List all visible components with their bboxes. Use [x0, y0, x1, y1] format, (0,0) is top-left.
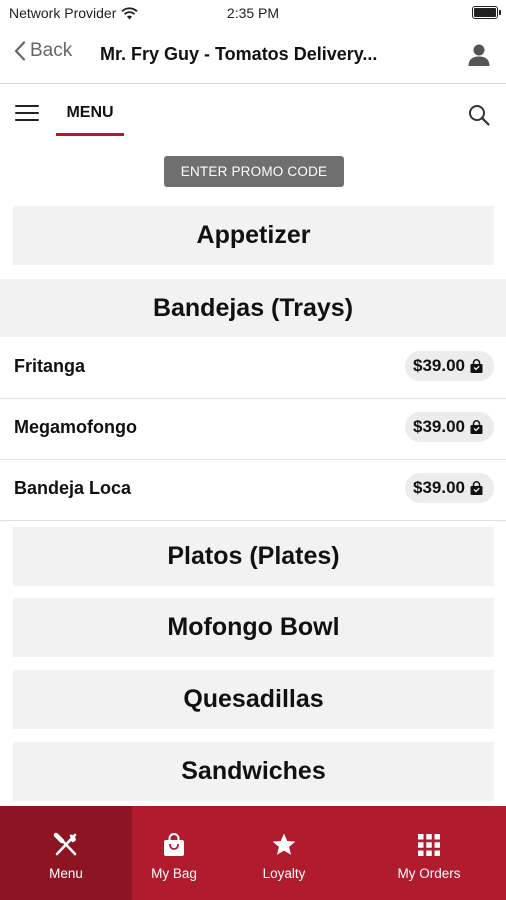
active-tab-indicator [56, 133, 124, 136]
hamburger-menu-icon[interactable] [15, 105, 39, 123]
item-name: Bandeja Loca [14, 478, 132, 498]
item-price: $39.00 [413, 478, 465, 497]
menu-bar: MENU [0, 86, 506, 142]
tab-my-bag[interactable]: My Bag [132, 806, 216, 900]
tab-label: My Bag [151, 866, 197, 881]
page-title: Mr. Fry Guy - Tomatos Delivery... [100, 44, 378, 64]
price-badge[interactable]: $39.00 [405, 473, 494, 503]
shopping-bag-icon [164, 833, 184, 856]
price-badge[interactable]: $39.00 [405, 351, 494, 381]
category-quesadillas[interactable]: Quesadillas [13, 670, 494, 729]
category-appetizer[interactable]: Appetizer [13, 206, 494, 265]
tab-my-orders[interactable]: My Orders [352, 806, 506, 900]
navigation-bar: Back Mr. Fry Guy - Tomatos Delivery... [0, 28, 506, 84]
enter-promo-code-button[interactable]: ENTER PROMO CODE [164, 156, 344, 187]
tab-label: Loyalty [262, 866, 306, 881]
item-name: Megamofongo [14, 417, 137, 437]
item-price: $39.00 [413, 417, 465, 436]
star-icon [272, 833, 296, 855]
search-icon[interactable] [467, 103, 491, 127]
grid-icon [418, 834, 440, 856]
tab-label: Menu [49, 866, 83, 881]
bag-icon [470, 358, 483, 373]
category-mofongo-bowl[interactable]: Mofongo Bowl [13, 598, 494, 657]
menu-item-fritanga[interactable]: Fritanga $39.00 [0, 338, 506, 399]
bottom-tab-bar: Menu My Bag Loyalty My Orders [0, 806, 506, 900]
category-sandwiches[interactable]: Sandwiches [13, 742, 494, 801]
tab-loyalty[interactable]: Loyalty [216, 806, 352, 900]
back-button[interactable]: Back [14, 40, 72, 62]
status-bar: Network Provider 2:35 PM [0, 0, 506, 26]
category-platos[interactable]: Platos (Plates) [13, 527, 494, 586]
category-bandejas-header[interactable]: Bandejas (Trays) [0, 279, 506, 337]
item-price: $39.00 [413, 356, 465, 375]
account-icon[interactable] [466, 42, 492, 68]
status-time: 2:35 PM [226, 5, 280, 21]
fork-knife-icon [53, 832, 77, 856]
menu-item-bandeja-loca[interactable]: Bandeja Loca $39.00 [0, 460, 506, 521]
chevron-left-icon [14, 41, 26, 61]
back-label: Back [30, 40, 73, 61]
bag-icon [470, 480, 483, 495]
tab-menu-bottom[interactable]: Menu [0, 806, 132, 900]
menu-item-megamofongo[interactable]: Megamofongo $39.00 [0, 399, 506, 460]
bag-icon [470, 419, 483, 434]
tab-menu-label: MENU [66, 104, 114, 121]
tab-label: My Orders [397, 866, 461, 881]
battery-icon [472, 6, 501, 19]
item-name: Fritanga [14, 356, 86, 376]
price-badge[interactable]: $39.00 [405, 412, 494, 442]
tab-menu[interactable]: MENU [56, 104, 124, 136]
